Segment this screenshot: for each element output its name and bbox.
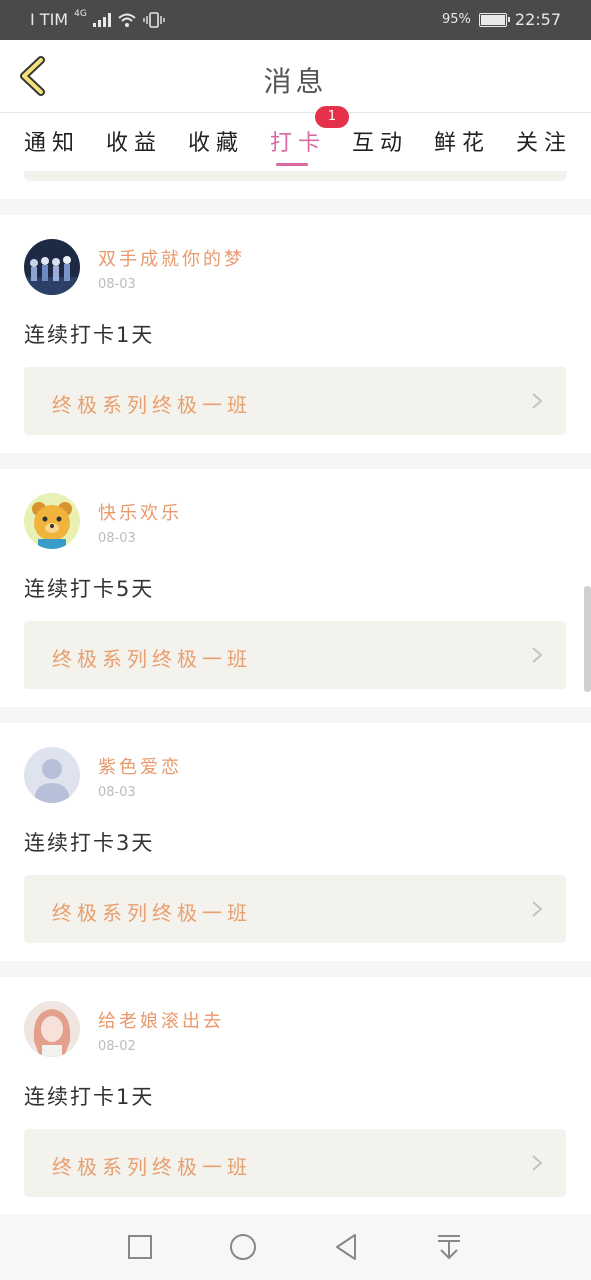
circle-icon	[230, 1234, 256, 1260]
tab-label: 打卡	[270, 131, 327, 156]
chevron-right-icon	[532, 647, 543, 663]
page-title: 消息	[263, 65, 328, 98]
user-name[interactable]: 双手成就你的梦	[98, 245, 245, 271]
avatar[interactable]	[24, 493, 80, 549]
clock: 22:57	[514, 10, 561, 29]
tab-notifications[interactable]: 通知	[24, 125, 80, 157]
tab-label: 关注	[516, 131, 573, 156]
vibrate-icon	[143, 11, 165, 28]
list-item: 给老娘滚出去 08-02 连续打卡1天 终极系列终极一班	[0, 977, 591, 1215]
avatar[interactable]	[24, 1001, 80, 1057]
message-date: 08-03	[98, 785, 136, 800]
tab-interaction[interactable]: 互动	[352, 125, 408, 157]
message-date: 08-02	[98, 1039, 136, 1054]
download-arrow-icon	[438, 1235, 460, 1260]
wifi-icon	[118, 13, 136, 27]
square-icon	[128, 1235, 152, 1259]
avatar[interactable]	[24, 747, 80, 803]
list-item: 紫色爱恋 08-03 连续打卡3天 终极系列终极一班	[0, 723, 591, 961]
notification-pull-button[interactable]	[434, 1232, 464, 1262]
scrollbar[interactable]	[584, 586, 591, 692]
user-name[interactable]: 给老娘滚出去	[98, 1007, 224, 1033]
course-link[interactable]: 终极系列终极一班	[24, 875, 566, 943]
list-item-partial	[0, 171, 591, 199]
course-title: 终极系列终极一班	[52, 647, 252, 671]
battery-icon	[478, 12, 510, 27]
checkin-streak: 连续打卡5天	[24, 577, 155, 601]
list-item: 快乐欢乐 08-03 连续打卡5天 终极系列终极一班	[0, 469, 591, 707]
course-title: 终极系列终极一班	[52, 393, 252, 417]
tab-label: 互动	[352, 131, 409, 156]
course-link[interactable]: 终极系列终极一班	[24, 621, 566, 689]
course-link[interactable]: 终极系列终极一班	[24, 367, 566, 435]
battery-percent: 95%	[441, 12, 471, 27]
system-nav-bar	[0, 1214, 591, 1280]
tab-label: 收藏	[188, 131, 245, 156]
tab-label: 收益	[106, 131, 163, 156]
carrier-label: I TIM	[30, 10, 69, 29]
user-name[interactable]: 紫色爱恋	[98, 753, 182, 779]
course-title: 终极系列终极一班	[52, 901, 252, 925]
tab-label: 通知	[24, 131, 81, 156]
status-bar: I TIM 4G 95% 22:57	[0, 0, 591, 40]
avatar-bear-image	[24, 493, 80, 549]
avatar-crowd-image	[24, 239, 80, 295]
avatar-girl-image	[24, 1001, 80, 1057]
course-link[interactable]: 终极系列终极一班	[24, 1129, 566, 1197]
tab-badge: 1	[315, 106, 349, 128]
tab-label: 鲜花	[434, 131, 491, 156]
tab-favorites[interactable]: 收藏	[188, 125, 244, 157]
recent-apps-button[interactable]	[125, 1232, 155, 1262]
message-date: 08-03	[98, 531, 136, 546]
active-tab-indicator	[276, 163, 308, 166]
signal-icon	[92, 12, 111, 27]
checkin-streak: 连续打卡3天	[24, 831, 155, 855]
checkin-streak: 连续打卡1天	[24, 1085, 155, 1109]
course-title: 终极系列终极一班	[52, 1155, 252, 1179]
tab-earnings[interactable]: 收益	[106, 125, 162, 157]
avatar[interactable]	[24, 239, 80, 295]
chevron-right-icon	[532, 901, 543, 917]
tab-checkin[interactable]: 打卡	[270, 125, 327, 166]
network-label: 4G	[74, 8, 87, 19]
list-item: 双手成就你的梦 08-03 连续打卡1天 终极系列终极一班	[0, 215, 591, 453]
home-button[interactable]	[228, 1232, 258, 1262]
message-date: 08-03	[98, 277, 136, 292]
tab-bar: 通知 收益 收藏 打卡 互动 鲜花 关注	[0, 113, 591, 171]
default-avatar-icon	[24, 747, 80, 803]
app-header: 消息	[0, 40, 591, 113]
back-nav-button[interactable]	[331, 1232, 361, 1262]
chevron-right-icon	[532, 393, 543, 409]
checkin-streak: 连续打卡1天	[24, 323, 155, 347]
user-name[interactable]: 快乐欢乐	[98, 499, 182, 525]
chevron-right-icon	[532, 1155, 543, 1171]
triangle-back-icon	[336, 1234, 356, 1260]
tab-follow[interactable]: 关注	[516, 125, 572, 157]
tab-flowers[interactable]: 鲜花	[434, 125, 490, 157]
